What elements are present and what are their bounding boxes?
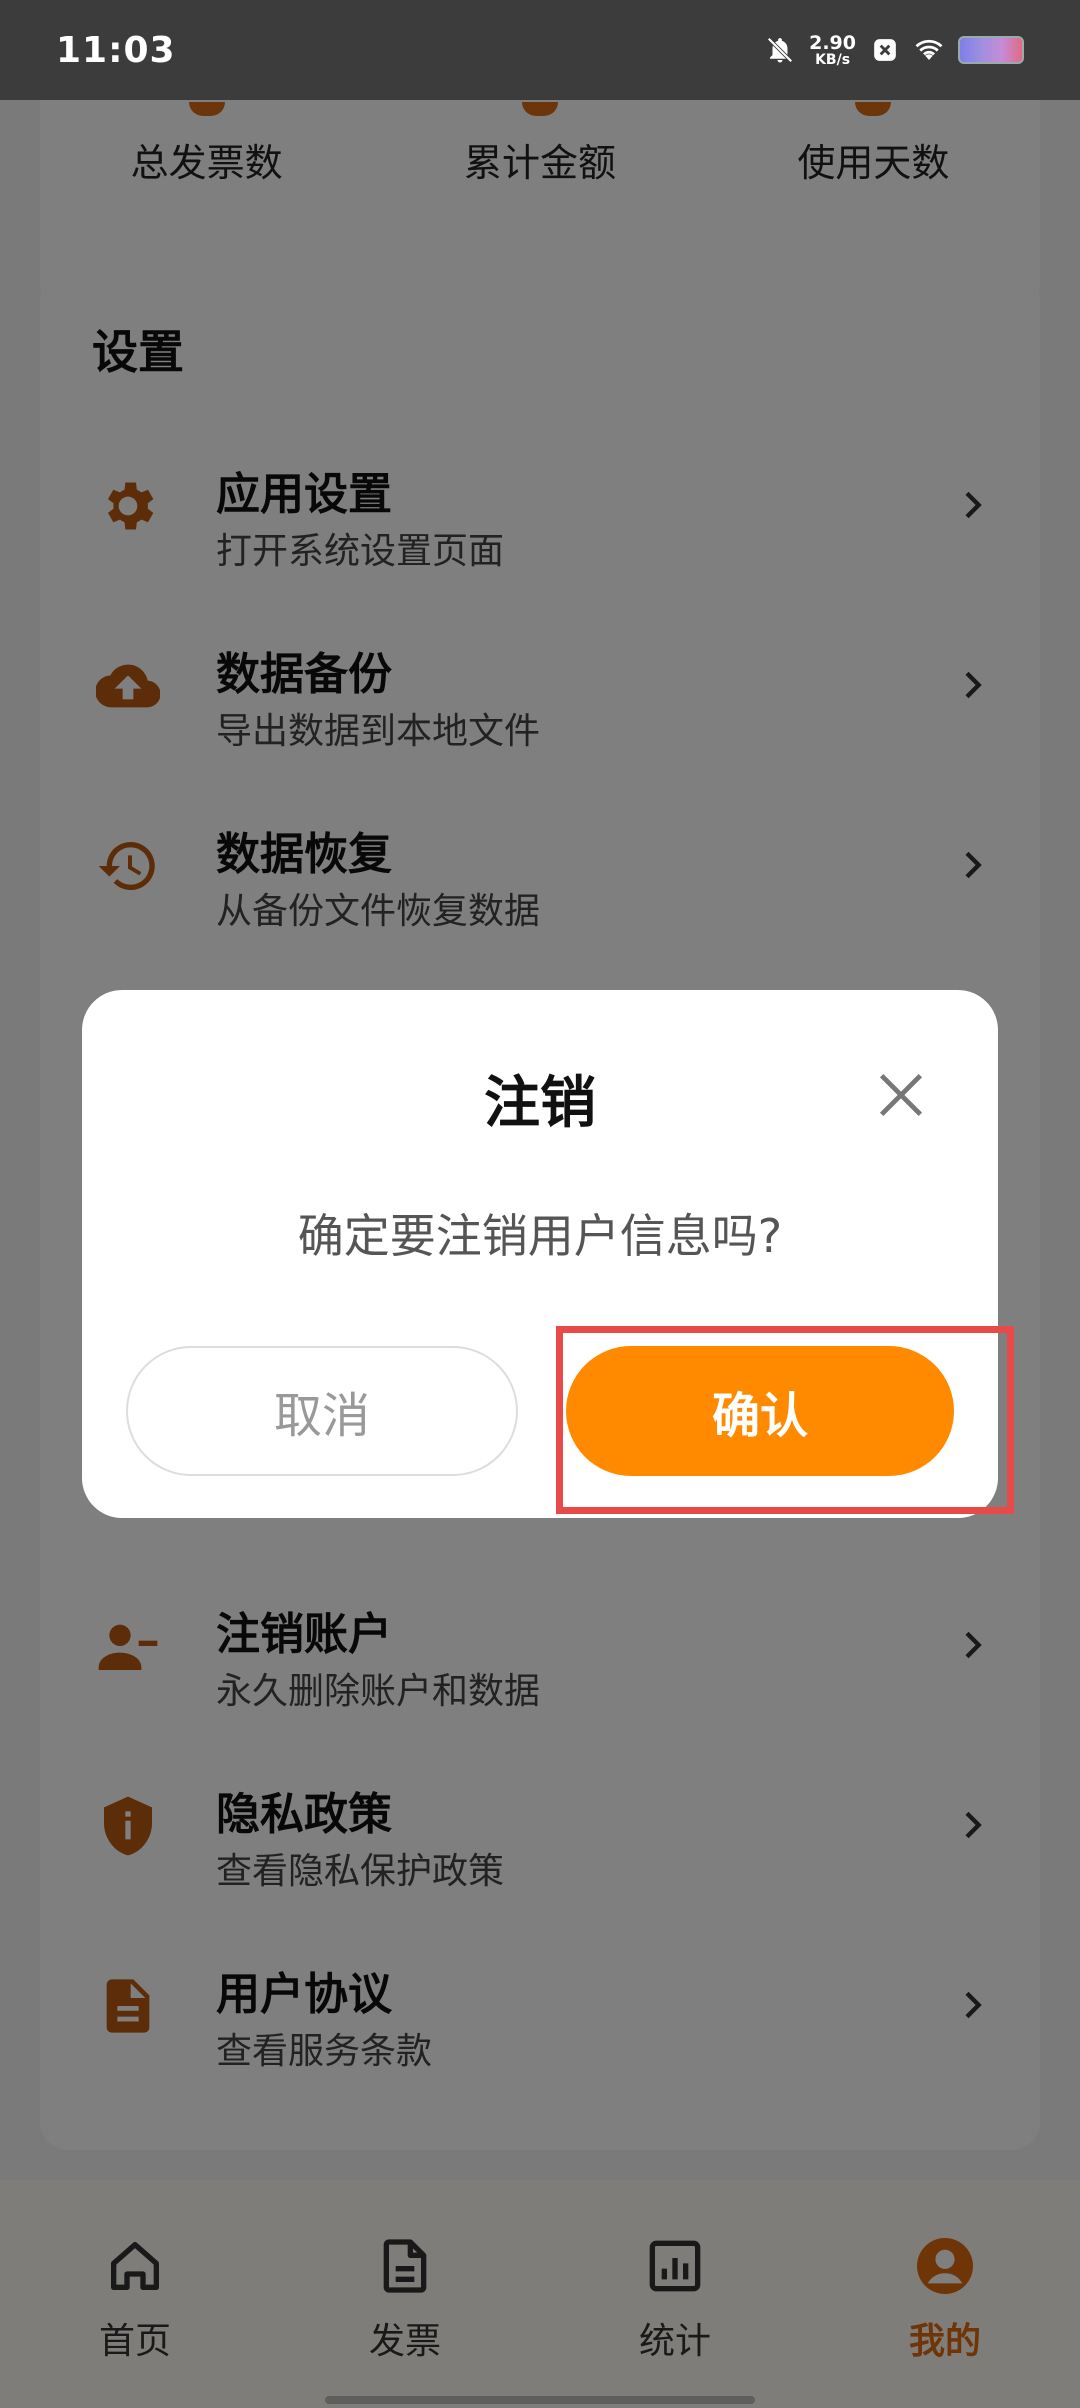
- battery-icon: [958, 36, 1024, 64]
- status-icons: 2.90 KB/s: [765, 31, 1024, 68]
- x-icon: [870, 35, 900, 65]
- dialog-title: 注销: [484, 1071, 596, 1136]
- highlight-box: [556, 1326, 1014, 1514]
- status-bar: 11:03 2.90 KB/s: [0, 0, 1080, 100]
- dialog-message: 确定要注销用户信息吗?: [297, 1209, 783, 1263]
- bell-muted-icon: [765, 35, 795, 65]
- cancel-button[interactable]: 取消: [126, 1346, 518, 1476]
- status-time: 11:03: [56, 29, 176, 71]
- wifi-icon: [914, 35, 944, 65]
- net-speed: 2.90 KB/s: [809, 31, 856, 68]
- close-icon[interactable]: [872, 1066, 930, 1124]
